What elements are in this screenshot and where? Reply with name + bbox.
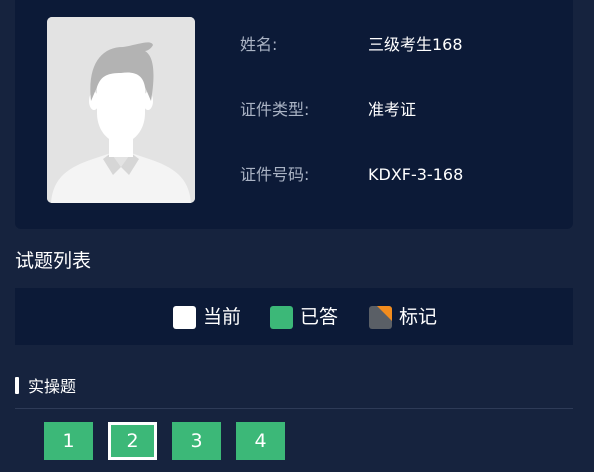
answered-swatch-icon: [270, 305, 293, 329]
legend-answered-label: 已答: [300, 306, 339, 328]
legend-answered: 已答: [270, 305, 338, 329]
candidate-info-card: 姓名: 三级考生168 证件类型: 准考证 证件号码: KDXF-3-168: [15, 0, 573, 229]
current-swatch-icon: [173, 305, 196, 329]
question-list-title: 试题列表: [15, 250, 92, 272]
question-button[interactable]: 4: [236, 422, 285, 460]
legend-marked-label: 标记: [399, 306, 438, 328]
question-grid: 1 2 3 4: [44, 422, 300, 460]
name-value: 三级考生168: [368, 35, 463, 54]
question-button[interactable]: 2: [108, 422, 157, 460]
section-marker: [15, 376, 19, 394]
id-type-label: 证件类型:: [240, 100, 310, 119]
legend-current-label: 当前: [203, 306, 242, 328]
candidate-photo: [47, 17, 195, 203]
id-number-value: KDXF-3-168: [368, 165, 464, 184]
legend-marked: 标记: [369, 305, 437, 329]
section-divider: [15, 408, 573, 409]
question-legend: 当前 已答 标记: [15, 288, 573, 345]
marked-swatch-icon: [369, 305, 392, 329]
section-header: 实操题: [15, 374, 76, 396]
id-type-value: 准考证: [368, 100, 417, 119]
name-label: 姓名:: [240, 35, 278, 54]
user-avatar-placeholder-icon: [47, 17, 195, 203]
legend-current: 当前: [173, 305, 241, 329]
question-button[interactable]: 1: [44, 422, 93, 460]
exam-sidebar: 姓名: 三级考生168 证件类型: 准考证 证件号码: KDXF-3-168 试…: [0, 0, 594, 472]
section-title: 实操题: [28, 377, 77, 396]
question-button[interactable]: 3: [172, 422, 221, 460]
id-number-label: 证件号码:: [240, 165, 310, 184]
